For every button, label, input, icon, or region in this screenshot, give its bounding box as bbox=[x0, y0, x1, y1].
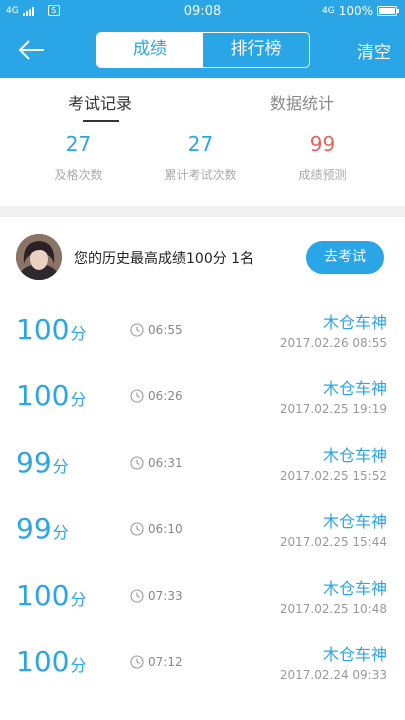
tab-leaderboard[interactable]: 排行榜 bbox=[203, 33, 309, 67]
list-item[interactable]: 100分 07:33 木仓车神 2017.02.25 10:48 bbox=[0, 565, 405, 631]
user-name: 木仓车神 bbox=[322, 379, 387, 399]
duration-group: 07:12 bbox=[130, 655, 183, 669]
sub-tabs: 考试记录 数据统计 bbox=[0, 78, 405, 124]
tab-exam-records[interactable]: 考试记录 bbox=[68, 90, 132, 114]
stat-label: 及格次数 bbox=[54, 168, 103, 182]
clock-icon bbox=[130, 655, 144, 669]
score: 100分 bbox=[16, 379, 86, 412]
back-button[interactable] bbox=[14, 34, 48, 68]
clock-icon bbox=[130, 522, 144, 536]
best-score-text: 您的历史最高成绩100分 1名 bbox=[74, 251, 255, 267]
record-datetime: 2017.02.24 09:33 bbox=[279, 667, 387, 682]
score-value: 100 bbox=[16, 379, 70, 413]
section-divider bbox=[0, 206, 405, 217]
stat-score-prediction: 99 成绩预测 bbox=[255, 132, 390, 183]
clock-icon bbox=[130, 589, 144, 603]
stat-total-exams: 27 累计考试次数 bbox=[133, 132, 268, 183]
user-name: 木仓车神 bbox=[322, 644, 387, 664]
segmented-control: 成绩 排行榜 bbox=[96, 32, 310, 68]
duration-group: 06:26 bbox=[130, 389, 183, 403]
score: 99分 bbox=[16, 446, 69, 479]
clock-icon bbox=[130, 456, 144, 470]
duration-group: 06:10 bbox=[130, 522, 183, 536]
record-datetime: 2017.02.26 08:55 bbox=[279, 336, 387, 350]
duration: 06:10 bbox=[148, 522, 183, 537]
duration: 06:26 bbox=[148, 389, 183, 404]
network-label-right: 4G bbox=[321, 6, 335, 16]
list-item[interactable]: 99分 06:31 木仓车神 2017.02.25 15:52 bbox=[0, 432, 405, 498]
back-arrow-icon bbox=[18, 40, 44, 60]
stat-label: 成绩预测 bbox=[298, 168, 347, 182]
battery-percent: 100% bbox=[338, 4, 373, 18]
duration: 07:33 bbox=[148, 588, 183, 603]
score: 100分 bbox=[16, 579, 86, 612]
record-datetime: 2017.02.25 15:52 bbox=[279, 468, 387, 483]
score-unit: 分 bbox=[52, 456, 69, 476]
score-value: 100 bbox=[16, 578, 70, 612]
list-item[interactable]: 100分 06:26 木仓车神 2017.02.25 19:19 bbox=[0, 365, 405, 431]
list-item[interactable]: 100分 07:12 木仓车神 2017.02.24 09:33 bbox=[0, 631, 405, 697]
user-name: 木仓车神 bbox=[322, 445, 387, 465]
duration: 06:31 bbox=[148, 455, 183, 470]
list-item[interactable]: 99分 06:10 木仓车神 2017.02.25 15:44 bbox=[0, 498, 405, 564]
score: 99分 bbox=[16, 512, 69, 545]
stat-pass-count: 27 及格次数 bbox=[11, 132, 146, 183]
duration: 07:12 bbox=[148, 654, 183, 669]
score: 100分 bbox=[16, 313, 86, 346]
score: 100分 bbox=[16, 645, 86, 678]
score-value: 99 bbox=[16, 445, 52, 479]
tab-scores[interactable]: 成绩 bbox=[97, 33, 203, 67]
score-value: 100 bbox=[16, 313, 70, 346]
status-bar: 4G S 09:08 4G 100% bbox=[0, 0, 405, 24]
avatar bbox=[16, 234, 62, 280]
take-exam-button[interactable]: 去考试 bbox=[306, 241, 384, 274]
score-value: 99 bbox=[16, 512, 52, 546]
record-datetime: 2017.02.25 10:48 bbox=[279, 601, 387, 616]
duration-group: 06:55 bbox=[130, 323, 183, 337]
user-name: 木仓车神 bbox=[322, 578, 387, 598]
stats-panel: 27 及格次数 27 累计考试次数 99 成绩预测 bbox=[0, 124, 405, 206]
score-unit: 分 bbox=[70, 589, 87, 609]
user-name: 木仓车神 bbox=[322, 512, 387, 532]
active-tab-indicator bbox=[83, 120, 119, 122]
duration-group: 07:33 bbox=[130, 589, 183, 603]
clock-icon bbox=[130, 323, 144, 337]
record-datetime: 2017.02.25 15:44 bbox=[279, 535, 387, 550]
clock-icon bbox=[130, 389, 144, 403]
stat-value: 27 bbox=[187, 132, 214, 156]
score-unit: 分 bbox=[52, 523, 69, 543]
clear-button[interactable]: 清空 bbox=[357, 38, 391, 63]
duration-group: 06:31 bbox=[130, 456, 183, 470]
status-right: 4G 100% bbox=[321, 4, 399, 18]
header: 成绩 排行榜 清空 bbox=[0, 24, 405, 78]
stat-value: 27 bbox=[65, 132, 92, 156]
score-value: 100 bbox=[16, 644, 70, 678]
stat-label: 累计考试次数 bbox=[164, 168, 237, 182]
user-name: 木仓车神 bbox=[322, 313, 387, 332]
duration: 06:55 bbox=[148, 323, 183, 337]
score-unit: 分 bbox=[70, 324, 87, 343]
score-unit: 分 bbox=[70, 655, 87, 675]
best-score-row: 您的历史最高成绩100分 1名 去考试 bbox=[0, 217, 405, 299]
tab-data-statistics[interactable]: 数据统计 bbox=[270, 90, 334, 114]
exam-records-list: 100分 06:55 木仓车神 2017.02.26 08:55 100分 06… bbox=[0, 299, 405, 697]
list-item[interactable]: 100分 06:55 木仓车神 2017.02.26 08:55 bbox=[0, 299, 405, 365]
record-datetime: 2017.02.25 19:19 bbox=[279, 402, 387, 417]
battery-icon bbox=[377, 6, 399, 16]
score-unit: 分 bbox=[70, 390, 87, 410]
stat-value: 99 bbox=[309, 132, 336, 156]
